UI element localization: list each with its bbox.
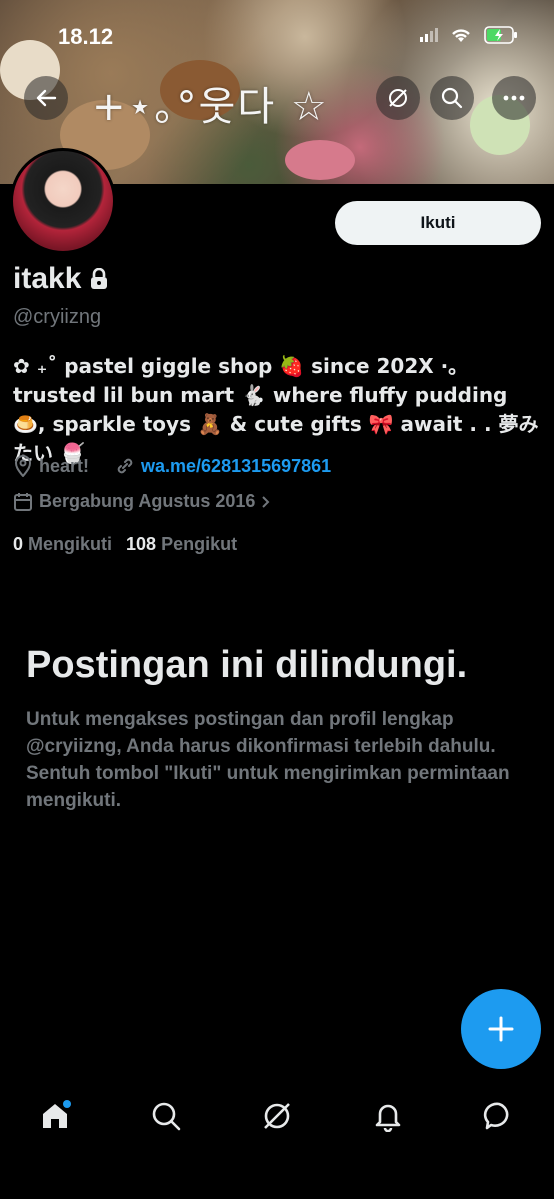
- grok-icon: [389, 89, 407, 107]
- lock-icon: [91, 268, 108, 289]
- nav-home[interactable]: [25, 1086, 85, 1146]
- back-button[interactable]: [24, 76, 68, 120]
- meta-row: heart! wa.me/6281315697861: [13, 455, 331, 477]
- status-icons: [420, 26, 518, 44]
- signal-icon: [420, 28, 438, 42]
- display-name-row: itakk: [13, 262, 109, 296]
- bell-icon: [375, 1104, 401, 1132]
- link-icon: [117, 458, 133, 474]
- search-icon: [441, 87, 463, 109]
- back-arrow-icon: [36, 89, 57, 107]
- messages-icon: [483, 1102, 508, 1130]
- avatar[interactable]: [10, 148, 116, 254]
- location-icon: [14, 455, 32, 477]
- followers-label: Pengikut: [161, 534, 238, 554]
- joined-text: Bergabung Agustus 2016: [39, 491, 256, 511]
- display-name: itakk: [13, 262, 82, 295]
- handle: @cryiizng: [13, 306, 102, 328]
- nav-notifications[interactable]: [358, 1086, 418, 1146]
- nav-search[interactable]: [136, 1086, 196, 1146]
- following-link[interactable]: 0 Mengikuti: [13, 534, 112, 555]
- grok-icon: [264, 1103, 290, 1129]
- protected-title: Postingan ini dilindungi.: [26, 644, 468, 686]
- protected-body: Untuk mengakses postingan dan profil len…: [26, 709, 510, 811]
- wifi-icon: [452, 29, 470, 42]
- follow-button[interactable]: Ikuti: [335, 201, 541, 245]
- more-icon: [503, 95, 525, 101]
- follow-counts: 0 Mengikuti 108 Pengikut: [13, 534, 237, 555]
- chevron-right-icon: [262, 495, 270, 508]
- following-label: Mengikuti: [28, 534, 113, 554]
- joined-row: Bergabung Agustus 2016: [13, 491, 271, 512]
- search-button[interactable]: [430, 76, 474, 120]
- search-icon: [152, 1102, 181, 1131]
- bottom-nav: [0, 1078, 554, 1154]
- nav-messages[interactable]: [469, 1086, 529, 1146]
- calendar-icon: [14, 492, 32, 511]
- battery-icon: [484, 26, 517, 44]
- compose-button[interactable]: [461, 989, 541, 1069]
- grok-button[interactable]: [376, 76, 420, 120]
- location-text: heart!: [39, 455, 90, 476]
- bio: ✿ ₊˚ pastel giggle shop 🍓 since 202X ⋅｡ …: [13, 354, 539, 465]
- website-link[interactable]: wa.me/6281315697861: [141, 456, 331, 477]
- followers-count: 108: [126, 534, 157, 554]
- followers-link[interactable]: 108 Pengikut: [126, 534, 237, 555]
- nav-grok[interactable]: [247, 1086, 307, 1146]
- following-count: 0: [13, 534, 24, 554]
- more-button[interactable]: [492, 76, 536, 120]
- banner-caption: +⋆｡°웃다 ☆: [92, 84, 329, 130]
- status-time: 18.12: [58, 24, 114, 49]
- plus-icon: [488, 1016, 514, 1042]
